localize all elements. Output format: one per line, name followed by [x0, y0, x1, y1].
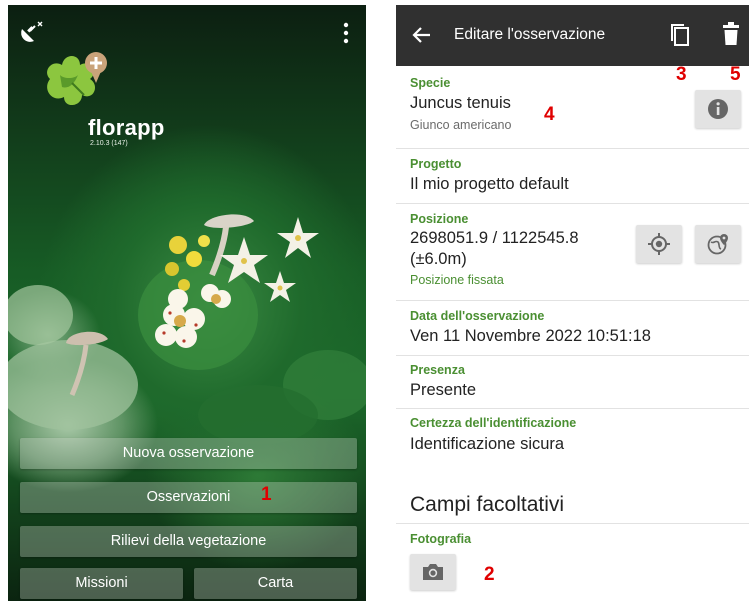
date-field[interactable]: Data dell'osservazione Ven 11 Novembre 2… — [396, 300, 749, 356]
project-label: Progetto — [410, 157, 462, 171]
date-label: Data dell'osservazione — [410, 309, 545, 323]
position-accuracy: (±6.0m) — [410, 250, 467, 268]
species-value: Juncus tenuis — [410, 94, 511, 112]
marker-2: 2 — [484, 564, 495, 585]
position-coords: 2698051.9 / 1122545.8 — [410, 229, 579, 247]
optional-fields-heading: Campi facoltativi — [410, 493, 565, 516]
presence-field[interactable]: Presenza Presente — [396, 355, 749, 409]
species-common-name: Giunco americano — [410, 118, 512, 132]
new-observation-button[interactable]: Nuova osservazione — [20, 438, 357, 469]
arrow-back-icon[interactable] — [410, 23, 434, 47]
botanical-illustration — [8, 214, 366, 445]
missions-button[interactable]: Missioni — [20, 568, 183, 599]
info-button[interactable] — [695, 90, 741, 128]
observations-button[interactable]: Osservazioni — [20, 482, 357, 513]
date-value: Ven 11 Novembre 2022 10:51:18 — [410, 327, 651, 345]
photo-field: Fotografia — [396, 523, 749, 603]
marker-1: 1 — [261, 484, 272, 505]
globe-pin-icon — [707, 234, 728, 255]
app-version: 2.10.3 (147) — [90, 140, 128, 147]
species-field[interactable]: Specie Juncus tenuis Giunco americano — [396, 66, 749, 149]
presence-value: Presente — [410, 381, 477, 399]
edit-observation-screen: Editare l'osservazione Specie Juncus ten… — [396, 5, 749, 603]
camera-icon — [423, 564, 443, 580]
project-field[interactable]: Progetto Il mio progetto default — [396, 148, 749, 204]
certainty-label: Certezza dell'identificazione — [410, 416, 577, 430]
gps-locate-button[interactable] — [636, 225, 682, 263]
app-bar: Editare l'osservazione — [396, 5, 749, 66]
add-photo-button[interactable] — [410, 554, 456, 590]
position-status: Posizione fissata — [410, 273, 504, 287]
page-title: Editare l'osservazione — [454, 26, 606, 43]
map-button[interactable]: Carta — [194, 568, 357, 599]
logo-leaf-plus-icon — [47, 52, 107, 106]
gps-target-icon — [648, 233, 670, 255]
species-label: Specie — [410, 76, 451, 90]
copy-icon[interactable] — [668, 22, 692, 48]
presence-label: Presenza — [410, 363, 465, 377]
trash-icon[interactable] — [720, 21, 742, 47]
vegetation-surveys-button[interactable]: Rilievi della vegetazione — [20, 526, 357, 557]
info-icon — [708, 99, 728, 119]
map-location-button[interactable] — [695, 225, 741, 263]
satellite-off-icon[interactable] — [18, 19, 44, 45]
home-screen: florapp 2.10.3 (147) Nuova osservazione … — [8, 5, 366, 601]
marker-4: 4 — [544, 104, 555, 125]
photo-label: Fotografia — [410, 532, 472, 546]
certainty-value: Identificazione sicura — [410, 435, 565, 453]
marker-3: 3 — [676, 64, 687, 85]
position-label: Posizione — [410, 212, 469, 226]
app-name: florapp — [88, 115, 165, 140]
project-value: Il mio progetto default — [410, 175, 569, 193]
position-field[interactable]: Posizione 2698051.9 / 1122545.8 (±6.0m) … — [396, 203, 749, 301]
certainty-field[interactable]: Certezza dell'identificazione Identifica… — [396, 408, 749, 470]
marker-5: 5 — [730, 64, 741, 85]
more-vert-icon[interactable] — [336, 21, 356, 45]
